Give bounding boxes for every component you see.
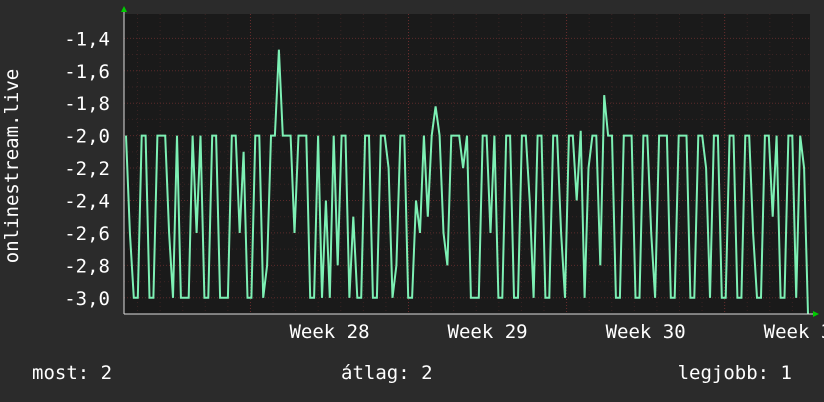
- y-axis-label: onlinestream.live: [1, 68, 23, 264]
- y-tick-label: -3,0: [64, 288, 110, 310]
- y-tick-label: -1,6: [64, 61, 110, 83]
- y-tick-label: -1,8: [64, 93, 110, 115]
- current-value: most: 2: [32, 362, 113, 384]
- x-axis-ticks: Week 28 Week 29 Week 30 Week 31: [289, 321, 824, 343]
- y-axis-arrow-icon: [121, 6, 127, 12]
- average-value: átlag: 2: [341, 362, 433, 384]
- y-tick-label: -2,8: [64, 255, 110, 277]
- x-tick-label: Week 29: [448, 321, 528, 343]
- y-tick-label: -2,0: [64, 126, 110, 148]
- y-axis-ticks: -1,4 -1,6 -1,8 -2,0 -2,2 -2,4 -2,6 -2,8 -3,0: [64, 28, 110, 309]
- best-value: legjobb: 1: [677, 362, 792, 384]
- x-tick-label: Week 28: [289, 321, 369, 343]
- y-tick-label: -2,6: [64, 223, 110, 245]
- x-axis-arrow-icon: [813, 311, 819, 317]
- y-tick-label: -2,4: [64, 190, 110, 212]
- y-tick-label: -1,4: [64, 28, 110, 50]
- x-tick-label: Week 30: [606, 321, 686, 343]
- x-tick-label: Week 31: [764, 321, 824, 343]
- chart-canvas: -1,4 -1,6 -1,8 -2,0 -2,2 -2,4 -2,6 -2,8 -3,0 Wee…: [64, 6, 824, 343]
- y-tick-label: -2,2: [64, 158, 110, 180]
